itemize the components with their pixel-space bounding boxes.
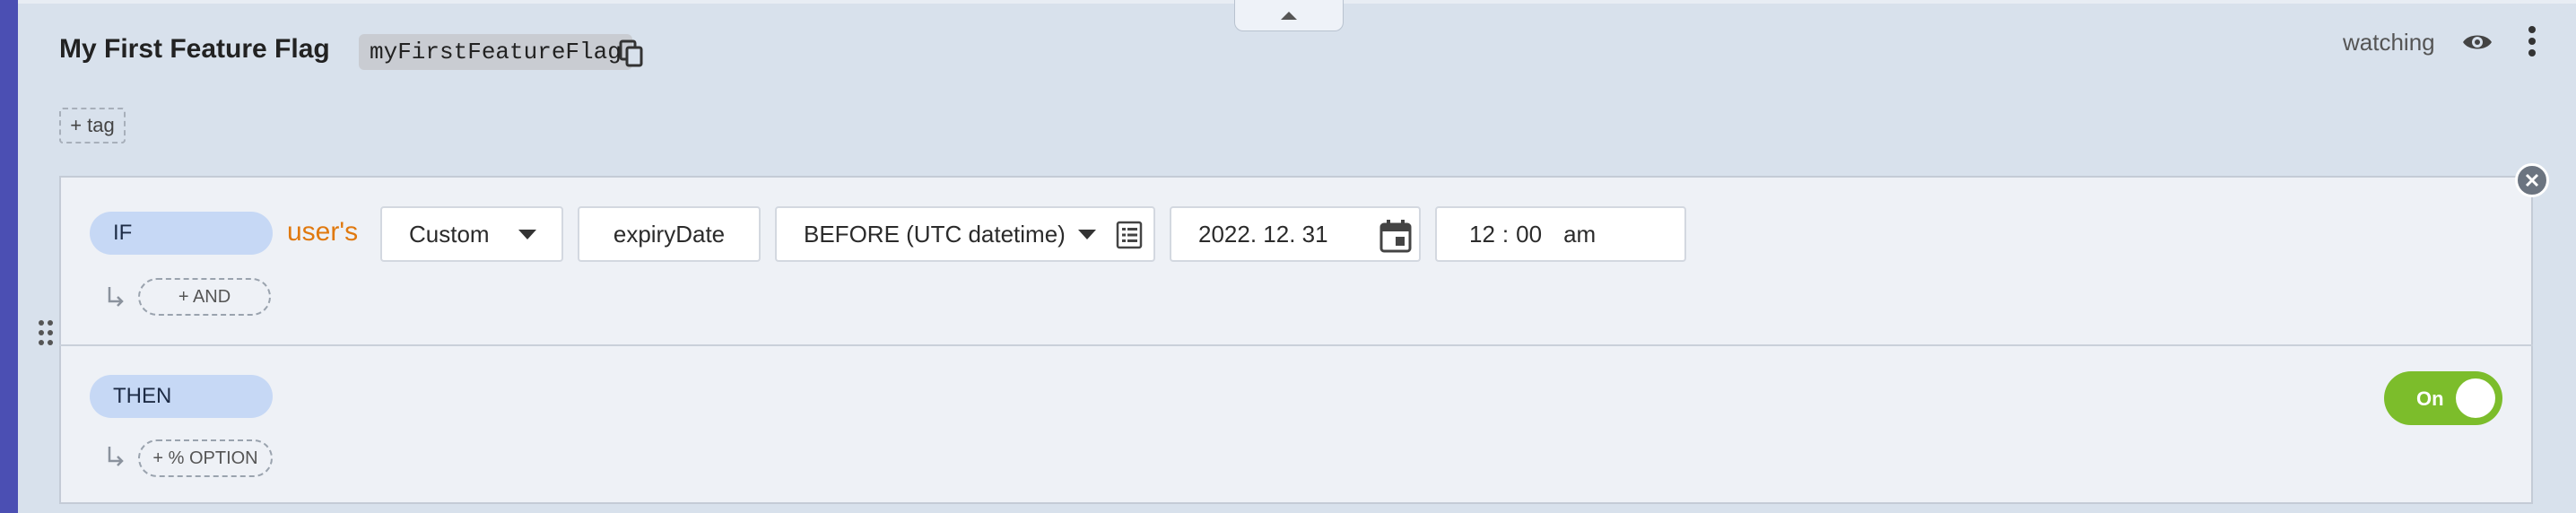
accent-bar <box>0 0 18 513</box>
time-minute[interactable]: 00 <box>1516 221 1542 248</box>
toggle-label: On <box>2416 387 2444 410</box>
subject-label: user's <box>287 217 359 247</box>
list-icon <box>1116 221 1143 249</box>
copy-icon[interactable] <box>619 39 644 68</box>
watch-status: watching <box>2343 29 2435 56</box>
add-and-condition-button[interactable]: + AND <box>138 278 271 316</box>
remove-rule-button[interactable] <box>2515 163 2549 197</box>
calendar-icon[interactable] <box>1379 219 1412 253</box>
chevron-up-icon <box>1281 12 1297 20</box>
rule-divider <box>59 344 2533 346</box>
collapse-button[interactable] <box>1234 0 1344 31</box>
return-arrow-icon <box>108 447 124 466</box>
add-percentage-option-button[interactable]: + % OPTION <box>138 439 273 477</box>
chevron-down-icon <box>518 230 536 239</box>
time-separator: : <box>1501 220 1510 248</box>
add-tag-button[interactable]: + tag <box>59 108 126 143</box>
toggle-knob <box>2456 378 2495 418</box>
time-period[interactable]: am <box>1563 221 1596 248</box>
time-input[interactable]: 12 : 00 am <box>1435 206 1686 262</box>
if-label: IF <box>90 212 273 255</box>
time-hour[interactable]: 12 <box>1469 221 1495 248</box>
attribute-type-value: Custom <box>409 220 490 248</box>
attribute-name-value: expiryDate <box>613 220 726 248</box>
value-toggle[interactable]: On <box>2384 371 2502 425</box>
drag-handle-icon[interactable] <box>38 319 54 346</box>
attribute-name-input[interactable]: expiryDate <box>578 206 761 262</box>
return-arrow-icon <box>108 287 124 307</box>
close-icon <box>2525 173 2539 187</box>
feature-flag-page: My First Feature Flag myFirstFeatureFlag… <box>0 0 2576 513</box>
flag-name: My First Feature Flag <box>59 34 330 64</box>
more-vertical-icon[interactable] <box>2526 25 2538 57</box>
chevron-down-icon <box>1078 230 1096 239</box>
operator-value: BEFORE (UTC datetime) <box>804 220 1066 248</box>
date-input[interactable]: 2022. 12. 31 <box>1170 206 1421 262</box>
then-label: THEN <box>90 375 273 418</box>
flag-key: myFirstFeatureFlag <box>359 34 632 70</box>
date-value: 2022. 12. 31 <box>1198 220 1328 248</box>
eye-icon[interactable] <box>2461 30 2493 54</box>
attribute-type-select[interactable]: Custom <box>380 206 563 262</box>
operator-select[interactable]: BEFORE (UTC datetime) <box>775 206 1155 262</box>
